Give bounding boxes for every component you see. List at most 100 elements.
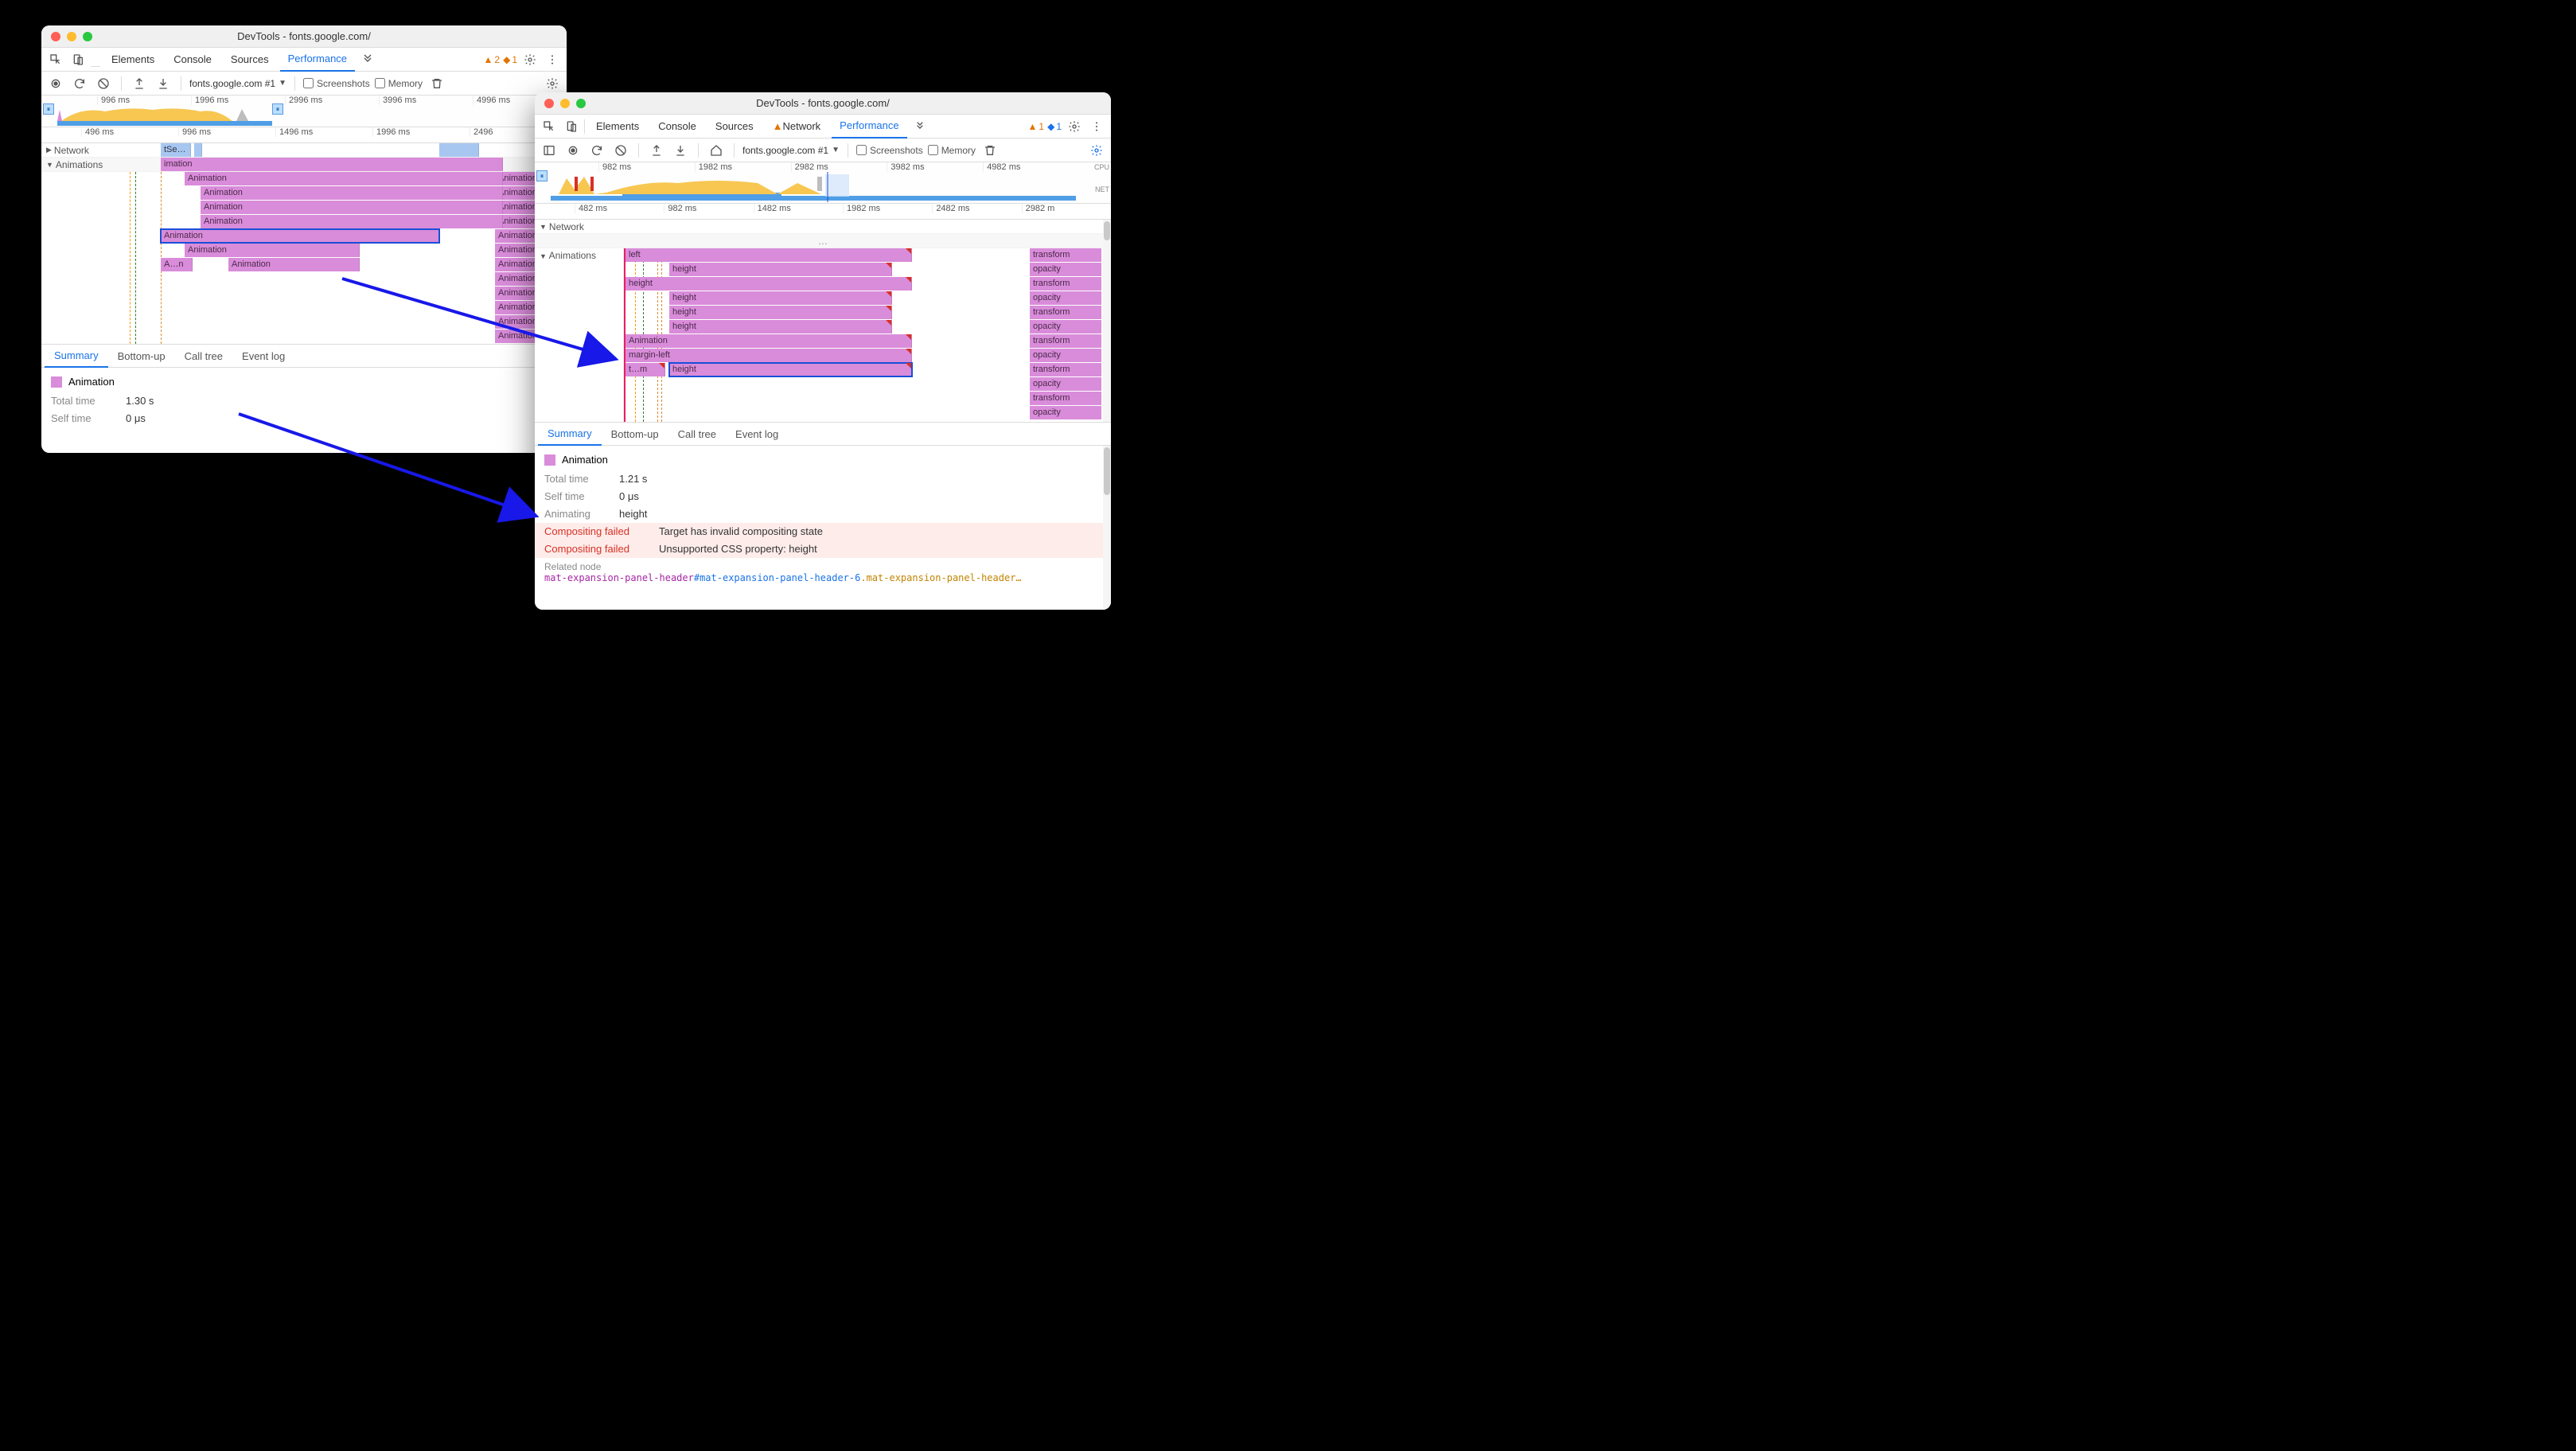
animation-bar[interactable]: Animation — [185, 244, 360, 257]
animation-bar[interactable]: opacity — [1030, 377, 1101, 391]
animation-bar[interactable]: left — [625, 248, 912, 262]
tab-elements[interactable]: Elements — [588, 115, 647, 138]
animation-bar[interactable]: transform — [1030, 277, 1101, 291]
download-icon[interactable] — [671, 141, 690, 160]
animation-bar[interactable]: imation — [161, 158, 503, 171]
animation-bar[interactable]: opacity — [1030, 406, 1101, 419]
inspect-icon[interactable] — [46, 50, 65, 69]
home-icon[interactable] — [707, 141, 726, 160]
animations-track-header[interactable]: ▼ Animations — [535, 248, 624, 422]
animation-bar[interactable]: height — [669, 306, 892, 319]
subtab-bottom-up[interactable]: Bottom-up — [108, 344, 175, 368]
animation-bar[interactable]: margin-left — [625, 349, 912, 362]
reload-icon[interactable] — [587, 141, 606, 160]
inspect-icon[interactable] — [540, 117, 559, 136]
memory-checkbox[interactable]: Memory — [928, 145, 976, 156]
subtab-call-tree[interactable]: Call tree — [668, 422, 726, 446]
warning-badge[interactable]: ▲ 2 — [484, 54, 501, 65]
tab-sources[interactable]: Sources — [707, 115, 762, 138]
network-track[interactable]: ▼Network — [535, 220, 1111, 234]
network-event[interactable] — [439, 143, 479, 157]
animations-track-header[interactable]: ▼Animations imation — [41, 158, 567, 172]
window-minimize-button[interactable] — [560, 99, 570, 108]
tab-performance[interactable]: Performance — [832, 115, 906, 138]
timeline-overview[interactable]: ⏸ 982 ms 1982 ms 2982 ms 3982 ms 4982 ms… — [535, 162, 1111, 204]
gc-icon[interactable] — [980, 141, 1000, 160]
animation-bar[interactable]: Animation — [201, 215, 503, 228]
clear-icon[interactable] — [94, 74, 113, 93]
animation-bar[interactable]: transform — [1030, 392, 1101, 405]
overflow-icon[interactable] — [358, 50, 377, 69]
overview-handle-left[interactable]: ⏸ — [43, 103, 54, 115]
reload-icon[interactable] — [70, 74, 89, 93]
animation-bar[interactable]: height — [625, 277, 912, 291]
animation-bar[interactable]: transform — [1030, 334, 1101, 348]
related-node-link[interactable]: mat-expansion-panel-header#mat-expansion… — [544, 572, 1101, 583]
subtab-event-log[interactable]: Event log — [232, 344, 294, 368]
overview-handle-right[interactable]: ⏸ — [272, 103, 283, 115]
memory-checkbox[interactable]: Memory — [375, 78, 423, 89]
overflow-icon[interactable] — [910, 117, 929, 136]
gear-icon[interactable] — [520, 50, 540, 69]
animation-bar[interactable]: Animation — [185, 172, 503, 185]
animations-flame-chart[interactable]: AnimationAnimationAnimationAnimationAnim… — [41, 172, 567, 344]
flame-ruler[interactable]: 496 ms 996 ms 1496 ms 1996 ms 2496 — [41, 127, 567, 143]
gear-icon[interactable] — [1065, 117, 1084, 136]
subtab-bottom-up[interactable]: Bottom-up — [602, 422, 668, 446]
tab-elements[interactable]: Elements — [103, 48, 162, 72]
window-close-button[interactable] — [51, 32, 60, 41]
flame-ruler[interactable]: 482 ms 982 ms 1482 ms 1982 ms 2482 ms 29… — [535, 204, 1111, 220]
dock-icon[interactable] — [540, 141, 559, 160]
issues-badge[interactable]: ◆ 1 — [503, 54, 517, 65]
animation-bar[interactable]: height — [669, 320, 892, 333]
animation-bar[interactable]: Animation — [161, 229, 439, 243]
network-event[interactable] — [194, 143, 202, 157]
animation-bar[interactable]: transform — [1030, 363, 1101, 376]
animation-bar[interactable]: height — [669, 263, 892, 276]
tab-sources[interactable]: Sources — [223, 48, 277, 72]
upload-icon[interactable] — [130, 74, 149, 93]
recording-select[interactable]: fonts.google.com #1 ▼ — [742, 145, 840, 156]
animation-bar[interactable]: opacity — [1030, 320, 1101, 333]
clear-icon[interactable] — [611, 141, 630, 160]
network-event[interactable]: tSe… — [161, 143, 191, 157]
animation-bar[interactable]: height — [669, 363, 912, 376]
window-minimize-button[interactable] — [67, 32, 76, 41]
warning-badge[interactable]: ▲ 1 — [1028, 121, 1045, 132]
animation-bar[interactable]: Animation — [625, 334, 912, 348]
subtab-summary[interactable]: Summary — [538, 422, 602, 446]
recording-select[interactable]: fonts.google.com #1 ▼ — [189, 78, 286, 89]
upload-icon[interactable] — [647, 141, 666, 160]
network-track[interactable]: ▶Network tSe… — [41, 143, 567, 158]
tab-network[interactable]: ▲ Network — [765, 115, 829, 138]
animation-bar[interactable]: Animation — [228, 258, 360, 271]
subtab-event-log[interactable]: Event log — [726, 422, 788, 446]
animation-bar[interactable]: Animation — [201, 186, 503, 200]
animation-bar[interactable]: Animation — [201, 201, 503, 214]
window-close-button[interactable] — [544, 99, 554, 108]
capture-settings-icon[interactable] — [543, 74, 562, 93]
animation-bar[interactable]: transform — [1030, 248, 1101, 262]
animation-bar[interactable]: t…m — [625, 363, 665, 376]
animation-bar[interactable]: opacity — [1030, 349, 1101, 362]
subtab-call-tree[interactable]: Call tree — [175, 344, 232, 368]
screenshots-checkbox[interactable]: Screenshots — [856, 145, 923, 156]
timeline-overview[interactable]: ⏸ ⏸ 996 ms 1996 ms 2996 ms 3996 ms 4996 … — [41, 96, 567, 127]
animation-bar[interactable]: height — [669, 291, 892, 305]
animation-bar[interactable]: A…n — [161, 258, 193, 271]
more-icon[interactable] — [543, 50, 562, 69]
window-zoom-button[interactable] — [83, 32, 92, 41]
device-icon[interactable] — [562, 117, 581, 136]
animation-bar[interactable]: opacity — [1030, 263, 1101, 276]
gc-icon[interactable] — [427, 74, 446, 93]
screenshots-checkbox[interactable]: Screenshots — [303, 78, 370, 89]
tab-console[interactable]: Console — [650, 115, 704, 138]
record-icon[interactable] — [563, 141, 583, 160]
window-zoom-button[interactable] — [576, 99, 586, 108]
subtab-summary[interactable]: Summary — [45, 344, 108, 368]
capture-settings-icon[interactable] — [1087, 141, 1106, 160]
issues-badge[interactable]: ◆ 1 — [1047, 121, 1062, 132]
more-icon[interactable] — [1087, 117, 1106, 136]
device-icon[interactable] — [68, 50, 88, 69]
tab-console[interactable]: Console — [166, 48, 220, 72]
